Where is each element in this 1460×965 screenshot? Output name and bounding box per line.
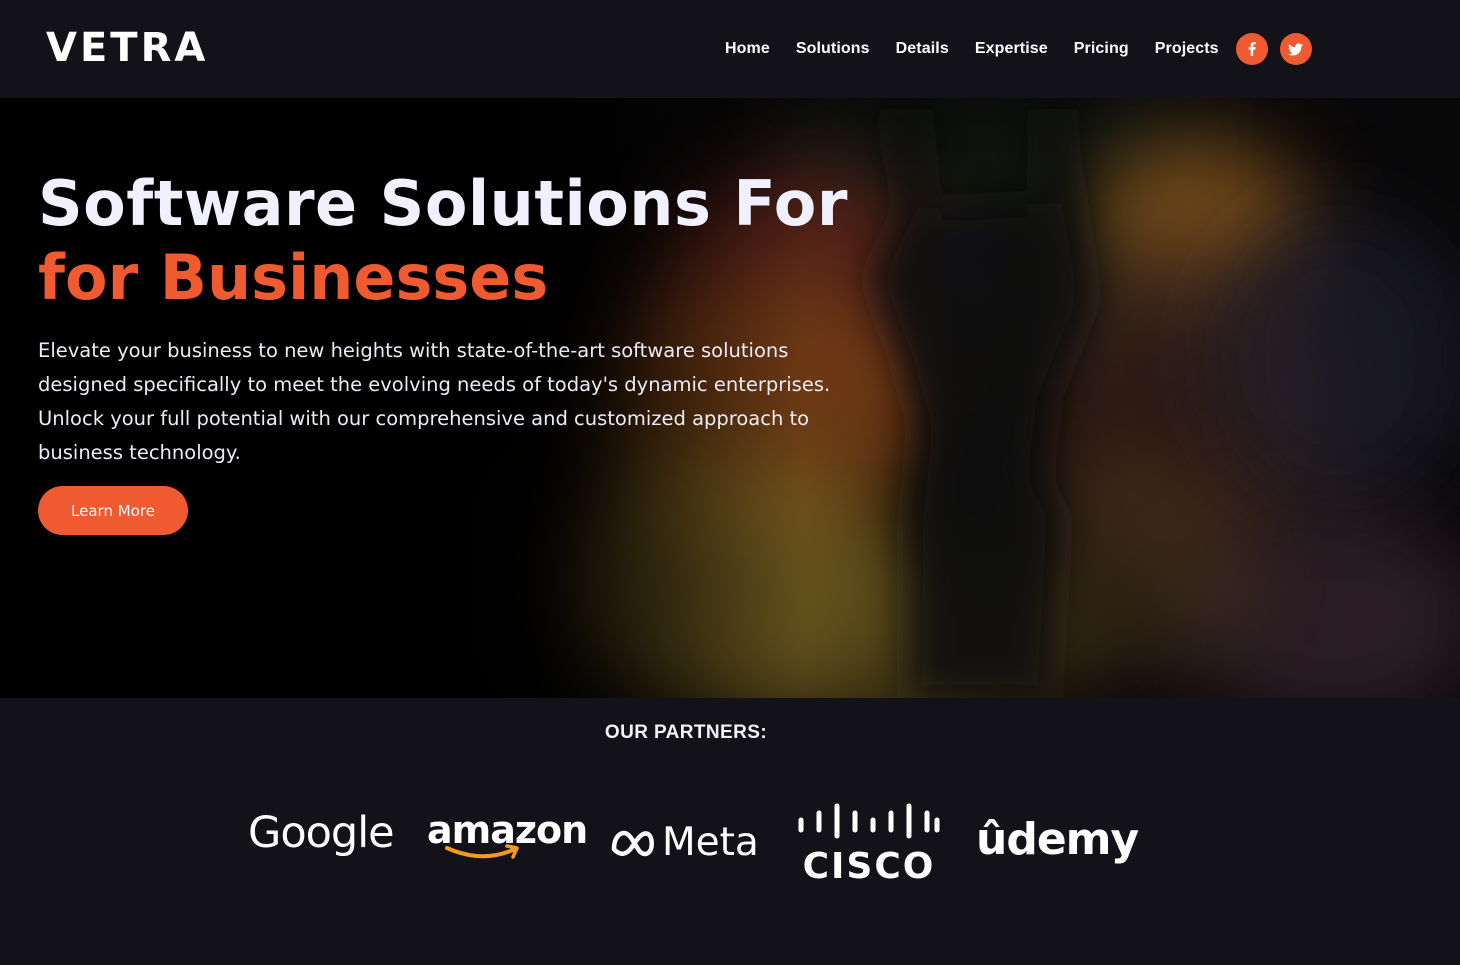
nav-link-details[interactable]: Details <box>883 30 962 68</box>
nav-link-solutions[interactable]: Solutions <box>783 30 883 68</box>
amazon-smile-icon <box>445 844 519 859</box>
meta-infinity-icon <box>611 830 654 856</box>
hero-title: Software Solutions For <box>38 167 848 240</box>
meta-wordmark: Meta <box>662 820 759 865</box>
learn-more-button[interactable]: Learn More <box>38 486 188 535</box>
partner-logo-google: Google <box>248 808 395 858</box>
brand-logo[interactable]: VETRA <box>46 28 208 68</box>
cisco-wordmark: CISCO <box>802 846 936 887</box>
nav-link-home[interactable]: Home <box>712 30 783 68</box>
nav-link-projects[interactable]: Projects <box>1142 30 1232 68</box>
main-nav: Home Solutions Details Expertise Pricing… <box>712 30 1312 68</box>
hero-description: Elevate your business to new heights wit… <box>38 339 831 464</box>
twitter-icon <box>1288 42 1304 56</box>
twitter-button[interactable] <box>1279 33 1312 65</box>
facebook-button[interactable] <box>1235 33 1268 65</box>
partners-title: OUR PARTNERS: <box>604 722 768 743</box>
partner-logo-udemy: ûdemy <box>976 814 1139 865</box>
partner-logo-amazon: amazon <box>427 808 588 859</box>
hero-accent-title: for Businesses <box>38 241 549 314</box>
facebook-icon <box>1248 42 1256 56</box>
partner-logo-cisco: CISCO <box>796 803 942 887</box>
nav-link-pricing[interactable]: Pricing <box>1061 30 1142 68</box>
nav-link-expertise[interactable]: Expertise <box>962 30 1061 68</box>
social-links <box>1235 33 1312 65</box>
site-header: VETRA Home Solutions Details Expertise P… <box>0 0 1460 98</box>
hero-section: Software Solutions For for Businesses El… <box>0 98 1460 698</box>
partner-logo-meta: Meta <box>608 820 759 865</box>
cisco-bars-icon <box>798 803 940 839</box>
